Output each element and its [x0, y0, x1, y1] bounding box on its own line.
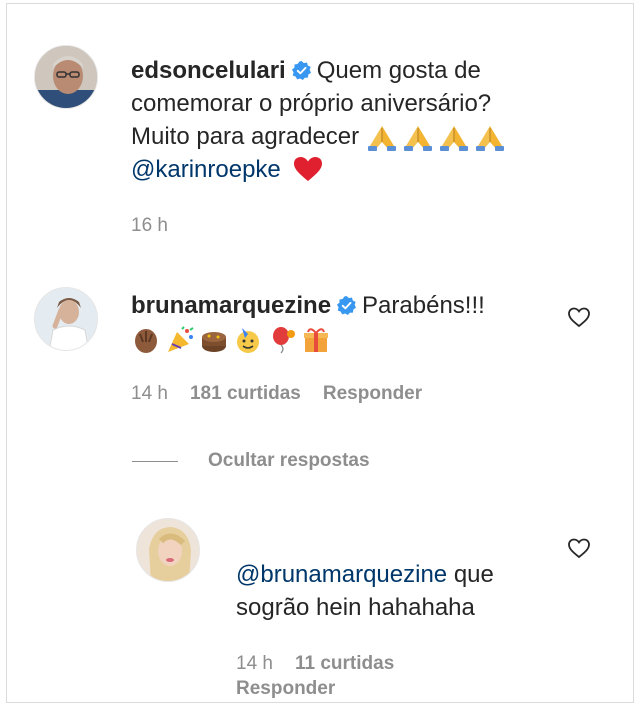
hide-replies-button[interactable]: Ocultar respostas [132, 450, 370, 472]
caption-meta: 16 h [131, 215, 190, 237]
party-popper-icon [168, 326, 194, 352]
timestamp[interactable]: 16 h [131, 215, 168, 236]
emoji-row [131, 326, 331, 354]
avatar[interactable] [34, 45, 98, 109]
caption-line-4: @karinroepke [131, 153, 506, 186]
cake-icon [202, 332, 226, 352]
reply-comment: @brunamarquezine que sogrão hein hahahah… [0, 510, 640, 705]
red-heart-icon [294, 157, 323, 181]
likes-count[interactable]: 11 curtidas [295, 653, 394, 674]
praying-hands-icon [439, 125, 468, 151]
man-avatar-icon [35, 46, 97, 108]
likes-count[interactable]: 181 curtidas [190, 383, 301, 404]
clapping-hands-icon [135, 329, 157, 353]
divider [132, 460, 178, 462]
comment-meta: 14 h 181 curtidas Responder [131, 383, 444, 405]
avatar[interactable] [34, 287, 98, 351]
woman-blonde-avatar-icon [137, 519, 199, 581]
caption-line-1: edsoncelulari Quem gosta de [131, 54, 506, 87]
balloon-icon [273, 327, 295, 354]
reply-line-1: @brunamarquezine que [236, 558, 494, 591]
verified-badge-icon [291, 61, 311, 80]
like-heart-icon[interactable] [567, 536, 591, 560]
praying-hands-icon [403, 125, 432, 151]
comment-brunamarquezine: brunamarquezine Parabéns!!! 14 h 181 curti… [0, 270, 640, 420]
mention-link[interactable]: @karinroepke [131, 156, 281, 183]
reply-line-2: sogrão hein hahahaha [236, 594, 475, 621]
hide-replies-label: Ocultar respostas [208, 450, 370, 471]
party-face-icon [237, 328, 259, 353]
mention-link[interactable]: @brunamarquezine [236, 561, 447, 588]
caption-text-3: Muito para agradecer [131, 123, 360, 150]
caption-text-1: Quem gosta de [316, 57, 481, 84]
praying-emoji-group [366, 124, 506, 152]
timestamp[interactable]: 14 h [131, 383, 168, 404]
woman-avatar-icon [35, 288, 97, 350]
username[interactable]: edsoncelulari [131, 57, 286, 84]
verified-badge-icon [337, 296, 357, 315]
timestamp[interactable]: 14 h [236, 653, 273, 674]
caption-line-3: Muito para agradecer [131, 120, 506, 153]
avatar[interactable] [136, 518, 200, 582]
gift-icon [304, 328, 328, 352]
caption-line-2: comemorar o próprio aniversário? [131, 90, 492, 117]
comment-line-1: brunamarquezine Parabéns!!! [131, 289, 485, 322]
reply-meta-line-2: Responder [236, 678, 357, 700]
caption-comment: edsoncelulari Quem gosta de comemorar o p… [0, 0, 640, 250]
reply-meta: 14 h 11 curtidas [236, 653, 416, 675]
like-heart-icon[interactable] [567, 305, 591, 329]
praying-hands-icon [475, 125, 504, 151]
reply-text-1: que [453, 561, 494, 588]
comment-text: Parabéns!!! [362, 292, 485, 319]
reply-button[interactable]: Responder [236, 678, 335, 699]
reply-button[interactable]: Responder [323, 383, 422, 404]
username[interactable]: brunamarquezine [131, 292, 331, 319]
praying-hands-icon [367, 125, 396, 151]
